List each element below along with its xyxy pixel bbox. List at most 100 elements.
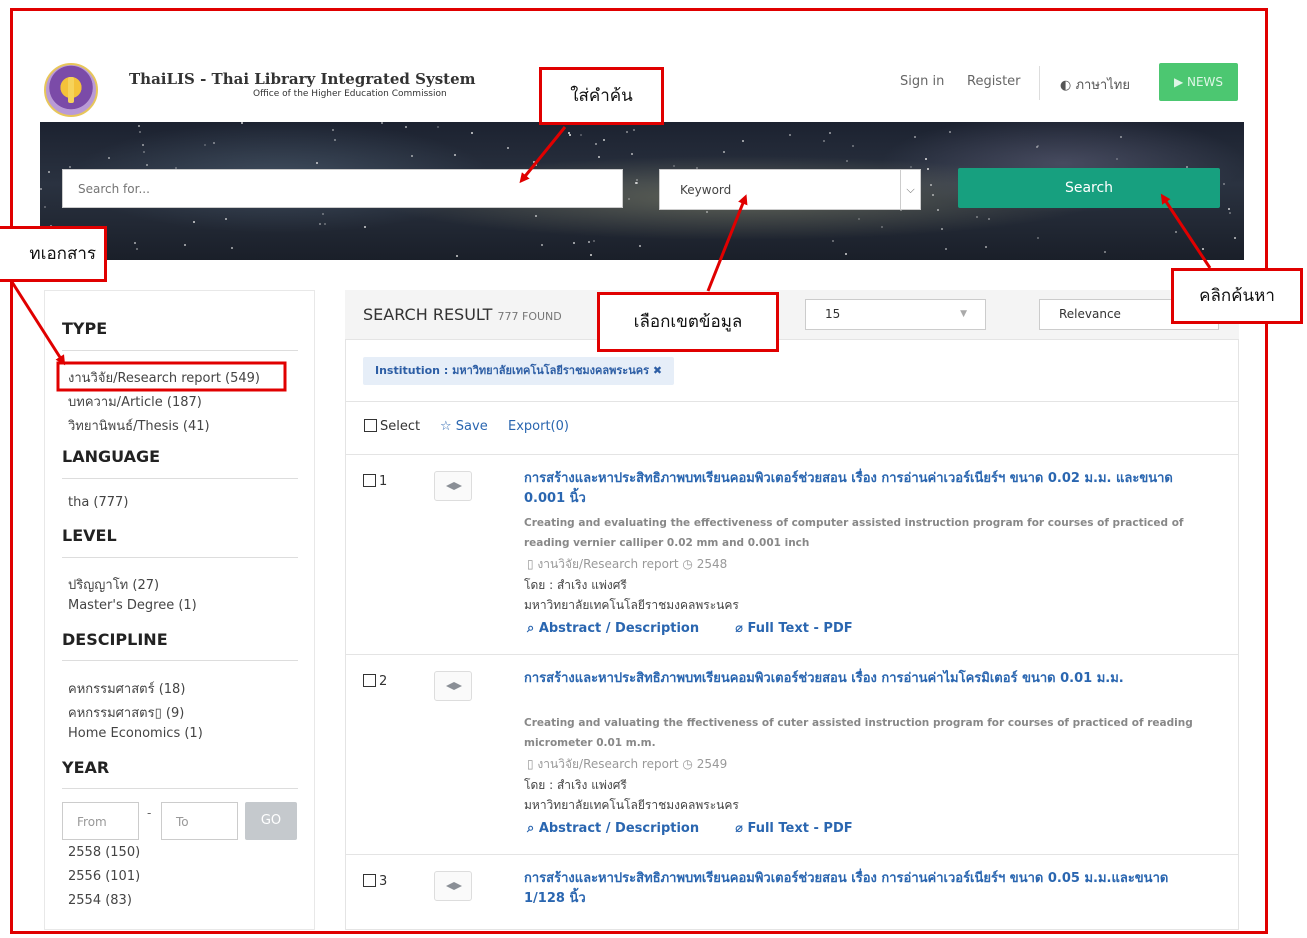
export-button[interactable]: Export(0) bbox=[508, 419, 569, 434]
search-button[interactable]: Search bbox=[958, 168, 1220, 208]
star-dot bbox=[1222, 182, 1225, 185]
star-dot bbox=[184, 244, 187, 247]
record-institution: มหาวิทยาลัยเทคโนโลยีราชมงคลพระนคร bbox=[524, 798, 739, 812]
search-input[interactable] bbox=[62, 169, 623, 208]
year-filter-2554[interactable]: 2554 (83) bbox=[68, 893, 132, 908]
language-heading: LANGUAGE bbox=[62, 447, 161, 466]
annotation-document-type: ทเอกสาร bbox=[0, 226, 107, 282]
star-dot bbox=[1175, 231, 1178, 234]
star-dot bbox=[590, 253, 593, 256]
year-range-dash: - bbox=[147, 806, 152, 820]
record-divider bbox=[345, 854, 1239, 855]
star-dot bbox=[212, 142, 215, 144]
star-dot bbox=[638, 245, 641, 248]
record-links: ⌕ Abstract / Description ⌀ Full Text - PD… bbox=[527, 621, 889, 636]
star-dot bbox=[534, 214, 537, 217]
star-dot bbox=[788, 133, 791, 136]
star-dot bbox=[924, 158, 927, 161]
star-dot bbox=[506, 147, 509, 149]
fulltext-link[interactable]: ⌀ Full Text - PDF bbox=[735, 621, 871, 636]
star-dot bbox=[134, 241, 137, 244]
search-scope-value: Keyword bbox=[680, 183, 732, 197]
results-count: 777 FOUND bbox=[497, 310, 562, 323]
abstract-link[interactable]: ⌕ Abstract / Description bbox=[527, 821, 717, 836]
star-dot bbox=[40, 188, 43, 191]
star-dot bbox=[540, 243, 543, 246]
globe-icon: ◐ bbox=[1060, 78, 1076, 93]
record-title-link[interactable]: การสร้างและหาประสิทธิภาพบทเรียนคอมพิวเตอ… bbox=[524, 669, 1184, 689]
institution-filter-chip[interactable]: Institution : มหาวิทยาลัยเทคโนโลยีราชมงค… bbox=[363, 357, 675, 385]
record-institution: มหาวิทยาลัยเทคโนโลยีราชมงคลพระนคร bbox=[524, 598, 739, 612]
type-filter-article[interactable]: บทความ/Article (187) bbox=[68, 391, 202, 412]
brand-subtitle: Office of the Higher Education Commissio… bbox=[253, 89, 447, 99]
level-heading: LEVEL bbox=[62, 526, 117, 545]
star-dot bbox=[881, 226, 883, 229]
record-checkbox[interactable]: 2 bbox=[363, 674, 387, 689]
record-meta: ▯ งานวิจัย/Research report ◷ 2548 bbox=[527, 557, 728, 571]
star-dot bbox=[143, 150, 146, 153]
star-dot bbox=[724, 246, 727, 249]
star-dot bbox=[532, 160, 535, 163]
discipline-filter-3[interactable]: Home Economics (1) bbox=[68, 726, 203, 741]
star-dot bbox=[231, 247, 234, 250]
year-heading: YEAR bbox=[62, 758, 110, 777]
search-scope-select[interactable]: Keyword ⌵ bbox=[659, 169, 921, 210]
record-title-en: Creating and valuating the ffectiveness … bbox=[524, 717, 1193, 749]
star-dot bbox=[203, 144, 206, 147]
star-dot bbox=[436, 125, 439, 128]
megaphone-icon: ▶ bbox=[1173, 75, 1187, 89]
star-dot bbox=[630, 153, 633, 156]
year-filter-2558[interactable]: 2558 (150) bbox=[68, 845, 140, 860]
star-dot bbox=[192, 221, 195, 224]
clock-icon: ◷ bbox=[682, 557, 697, 571]
year-to-input[interactable]: To bbox=[161, 802, 238, 840]
record-title-link[interactable]: การสร้างและหาประสิทธิภาพบทเรียนคอมพิวเตอ… bbox=[524, 869, 1184, 909]
discipline-heading: DESCIPLINE bbox=[62, 630, 168, 649]
star-dot bbox=[1233, 237, 1236, 240]
news-button[interactable]: ▶ NEWS bbox=[1159, 63, 1238, 101]
language-switch[interactable]: ◐ ภาษาไทย bbox=[1060, 74, 1130, 95]
star-dot bbox=[454, 153, 457, 156]
star-dot bbox=[948, 131, 951, 134]
divider bbox=[62, 478, 298, 479]
star-dot bbox=[145, 163, 148, 166]
star-dot bbox=[828, 132, 831, 135]
type-filter-research[interactable]: งานวิจัย/Research report (549) bbox=[68, 367, 260, 388]
year-filter-2556[interactable]: 2556 (101) bbox=[68, 869, 140, 884]
record-checkbox[interactable]: 3 bbox=[363, 874, 387, 889]
level-filter-master-en[interactable]: Master's Degree (1) bbox=[68, 598, 197, 613]
register-link[interactable]: Register bbox=[967, 74, 1021, 89]
star-dot bbox=[410, 155, 413, 157]
save-button[interactable]: ☆ Save bbox=[440, 419, 488, 434]
discipline-filter-1[interactable]: คหกรรมศาสตร์ (18) bbox=[68, 678, 185, 699]
star-dot bbox=[1115, 157, 1118, 160]
star-dot bbox=[635, 179, 638, 182]
annotation-enter-keyword: ใส่คำค้น bbox=[539, 67, 664, 125]
type-filter-thesis[interactable]: วิทยานิพนธ์/Thesis (41) bbox=[68, 415, 210, 436]
discipline-filter-2[interactable]: คหกรรมศาสตร▯ (9) bbox=[68, 702, 184, 723]
star-dot bbox=[1036, 146, 1039, 149]
star-dot bbox=[846, 160, 849, 163]
sign-in-link[interactable]: Sign in bbox=[900, 74, 944, 89]
star-dot bbox=[988, 218, 991, 221]
record-title-link[interactable]: การสร้างและหาประสิทธิภาพบทเรียนคอมพิวเตอ… bbox=[524, 469, 1184, 509]
level-filter-master-th[interactable]: ปริญญาโท (27) bbox=[68, 574, 159, 595]
clock-icon: ◷ bbox=[682, 757, 697, 771]
star-dot bbox=[48, 170, 51, 173]
year-go-button[interactable]: GO bbox=[245, 802, 297, 840]
results-title: SEARCH RESULT 777 FOUND bbox=[363, 305, 562, 324]
star-dot bbox=[742, 139, 745, 142]
year-from-input[interactable]: From bbox=[62, 802, 139, 840]
language-filter-tha[interactable]: tha (777) bbox=[68, 495, 128, 510]
star-dot bbox=[225, 218, 228, 221]
record-checkbox[interactable]: 1 bbox=[363, 474, 387, 489]
star-icon: ☆ bbox=[440, 419, 456, 434]
star-dot bbox=[636, 182, 639, 185]
star-dot bbox=[595, 143, 598, 146]
per-page-select[interactable]: 15 ▼ bbox=[805, 299, 986, 330]
fulltext-link[interactable]: ⌀ Full Text - PDF bbox=[735, 821, 871, 836]
select-all-checkbox[interactable]: Select bbox=[364, 419, 420, 434]
star-dot bbox=[602, 139, 605, 141]
chevron-down-icon: ⌵ bbox=[900, 170, 920, 209]
abstract-link[interactable]: ⌕ Abstract / Description bbox=[527, 621, 717, 636]
